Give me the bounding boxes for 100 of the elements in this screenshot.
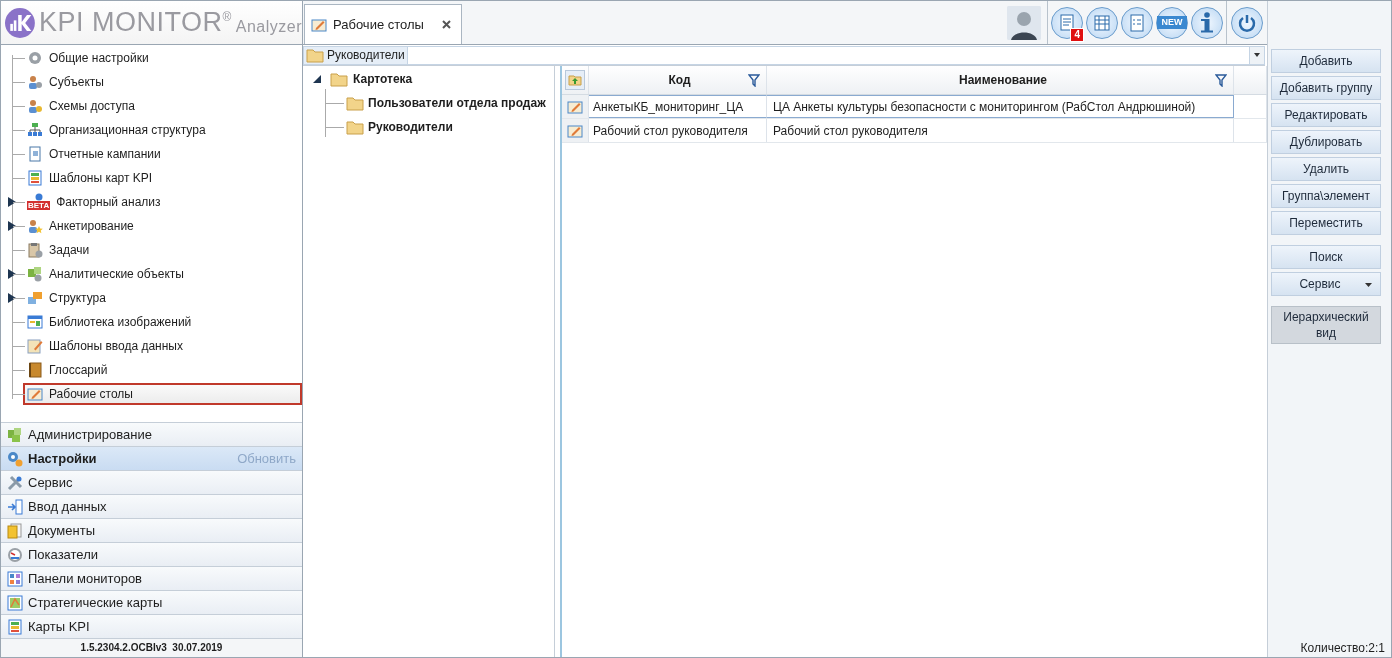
gauge-icon (7, 546, 23, 563)
section-header[interactable]: Документы (1, 518, 302, 542)
folder-up-button[interactable] (565, 70, 585, 90)
gear-icon (27, 50, 43, 66)
section-label: Настройки (28, 451, 98, 466)
nav-item[interactable]: Схемы доступа (23, 95, 139, 117)
logo-icon (5, 5, 35, 40)
breadcrumb-item[interactable]: Руководители (303, 45, 408, 65)
bars-icon (7, 618, 23, 635)
people-icon (27, 98, 43, 114)
desk-pencil-icon (311, 16, 327, 33)
folder-label[interactable]: Руководители (368, 120, 453, 134)
section-label: Показатели (28, 547, 99, 562)
cubes-icon (7, 426, 23, 443)
action-button[interactable]: Добавить группу (1271, 76, 1381, 100)
nav-item[interactable]: Отчетные кампании (23, 143, 165, 165)
people-icon (27, 218, 43, 234)
action-button[interactable]: Редактировать (1271, 103, 1381, 127)
data-entry-icon (7, 498, 23, 515)
version-text: 1.5.2304.2.OCBIv3 30.07.2019 (1, 638, 302, 657)
folder-label[interactable]: Пользователи отдела продаж (368, 96, 546, 110)
action-button[interactable]: Удалить (1271, 157, 1381, 181)
gears-icon (7, 450, 23, 467)
section-header[interactable]: Карты KPI (1, 614, 302, 638)
documents-icon (7, 522, 23, 539)
checklist-button[interactable] (1121, 6, 1153, 39)
nav-item[interactable]: BETA Факторный анализ (23, 191, 165, 213)
info-button[interactable] (1191, 6, 1223, 39)
section-header[interactable]: Стратегические карты (1, 590, 302, 614)
table-row[interactable]: Рабочий стол руководителя Рабочий стол руководителя (562, 119, 1267, 143)
nav-item[interactable]: Библиотека изображений (23, 311, 196, 333)
action-button[interactable]: Переместить (1271, 211, 1381, 235)
section-header[interactable]: Ввод данных (1, 494, 302, 518)
folder-icon (306, 47, 324, 63)
nav-item[interactable]: Субъекты (23, 71, 108, 93)
expand-arrow-icon[interactable] (8, 293, 16, 303)
section-header[interactable]: Настройки Обновить (1, 446, 302, 470)
collapse-arrow-icon[interactable] (313, 75, 321, 83)
nav-item[interactable]: Шаблоны ввода данных (23, 335, 187, 357)
path-field[interactable] (407, 45, 1265, 65)
nav-item[interactable]: Структура (23, 287, 110, 309)
desk-pencil-icon (27, 386, 43, 402)
form-pencil-icon (27, 338, 43, 354)
column-header[interactable]: Наименование (767, 66, 1234, 94)
dropdown-button[interactable]: Сервис (1271, 272, 1381, 296)
close-icon[interactable] (441, 20, 451, 29)
section-label: Панели мониторов (28, 571, 144, 586)
folder-icon (346, 119, 364, 135)
bars-icon (27, 170, 43, 186)
table-cell: АнкетыКБ_мониторинг_ЦА (589, 95, 767, 118)
tab[interactable]: Рабочие столы (304, 4, 462, 44)
section-label: Карты KPI (28, 619, 91, 634)
column-header[interactable]: Код (589, 66, 767, 94)
image-icon (27, 314, 43, 330)
section-label: Документы (28, 523, 96, 538)
dashboard-icon (7, 570, 23, 587)
news-button[interactable]: NEW (1156, 6, 1188, 39)
tools-icon (7, 474, 23, 491)
notebook-button[interactable]: 4 (1051, 6, 1083, 39)
action-button[interactable]: Группа\элемент (1271, 184, 1381, 208)
notification-badge: 4 (1070, 27, 1084, 42)
desk-pencil-icon (567, 122, 583, 139)
filter-icon[interactable] (1215, 73, 1227, 87)
filter-icon[interactable] (748, 73, 760, 87)
expand-arrow-icon[interactable] (8, 269, 16, 279)
nav-item[interactable]: Шаблоны карт KPI (23, 167, 157, 189)
nav-item[interactable]: Организационная структура (23, 119, 210, 141)
nav-item[interactable]: Глоссарий (23, 359, 112, 381)
toggle-button[interactable]: Иерархический вид (1271, 306, 1381, 344)
table-cell: Рабочий стол руководителя (767, 119, 1234, 142)
action-button[interactable]: Дублировать (1271, 130, 1381, 154)
table-button[interactable] (1086, 6, 1118, 39)
nav-item[interactable]: Задачи (23, 239, 94, 261)
section-header[interactable]: Сервис (1, 470, 302, 494)
cubes-icon (27, 266, 43, 282)
logo-text: KPI MONITOR$^{®}$ (38, 7, 232, 38)
section-header[interactable]: Панели мониторов (1, 566, 302, 590)
table-row[interactable]: АнкетыКБ_мониторинг_ЦА ЦА Анкеты культуры безопасности с мониторингом (РабСтол Андрюшиной) (562, 95, 1267, 119)
folder-label[interactable]: Картотека (353, 72, 413, 86)
nav-item[interactable]: Рабочие столы (23, 383, 302, 405)
section-label: Администрирование (28, 427, 153, 442)
section-header[interactable]: Администрирование (1, 422, 302, 446)
nav-item[interactable]: Аналитические объекты (23, 263, 188, 285)
section-label: Стратегические карты (28, 595, 164, 610)
table-cell: Рабочий стол руководителя (589, 119, 767, 142)
action-button[interactable]: Добавить (1271, 49, 1381, 73)
section-label: Ввод данных (28, 499, 108, 514)
blocks-icon (27, 290, 43, 306)
dropdown-arrow-icon (1365, 283, 1372, 287)
nav-item[interactable]: Общие настройки (23, 47, 153, 69)
action-button[interactable]: Поиск (1271, 245, 1381, 269)
table-cell: ЦА Анкеты культуры безопасности с мониторингом (РабСтол Андрюшиной) (767, 95, 1234, 118)
nav-item[interactable]: Анкетирование (23, 215, 138, 237)
folder-icon (346, 95, 364, 111)
desk-pencil-icon (567, 98, 583, 115)
power-button[interactable] (1231, 6, 1263, 39)
section-label: Сервис (28, 475, 74, 490)
section-header[interactable]: Показатели (1, 542, 302, 566)
expand-arrow-icon[interactable] (8, 221, 16, 231)
expand-arrow-icon[interactable] (8, 197, 16, 207)
